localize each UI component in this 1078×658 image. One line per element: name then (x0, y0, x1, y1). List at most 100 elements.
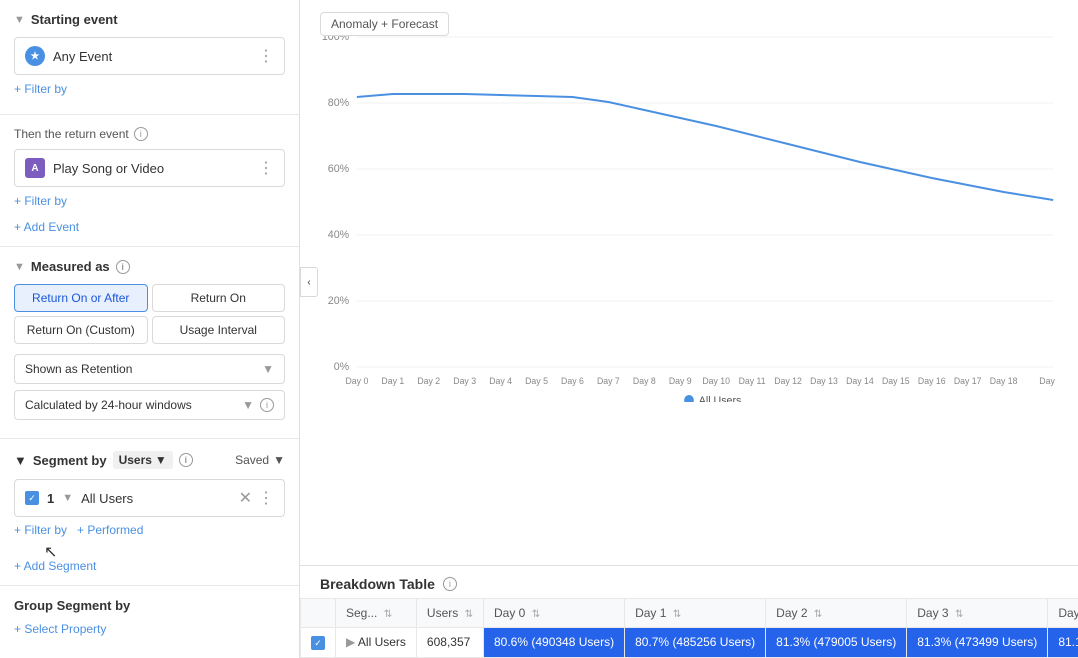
svg-text:0%: 0% (334, 361, 350, 373)
measured-as-buttons: Return On or After Return On Return On (… (14, 284, 285, 344)
segment-expand-icon[interactable]: ▼ (62, 492, 73, 504)
th-day3-label: Day 3 (917, 606, 948, 620)
add-event-link[interactable]: + Add Event (14, 220, 285, 234)
svg-text:Day 12: Day 12 (774, 376, 802, 386)
cursor-area: ↖ (14, 549, 285, 555)
th-checkbox (301, 598, 336, 627)
segment-filter-link[interactable]: + Filter by (14, 523, 67, 537)
measured-as-label: Measured as (31, 259, 110, 274)
row-checkbox-cell[interactable] (301, 627, 336, 658)
return-on-custom-btn[interactable]: Return On (Custom) (14, 316, 148, 344)
breakdown-data-table: Seg... ⇅ Users ⇅ Day 0 ⇅ Day 1 (300, 598, 1078, 658)
segment-name: All Users (81, 491, 230, 506)
starting-event-label: Starting event (31, 12, 118, 27)
th-day2[interactable]: Day 2 ⇅ (766, 598, 907, 627)
th-users-sort: ⇅ (465, 609, 473, 620)
table-header-row: Breakdown Table i (300, 566, 1078, 598)
measured-as-section: ▼ Measured as i Return On or After Retur… (0, 247, 299, 439)
svg-text:Day 16: Day 16 (918, 376, 946, 386)
th-day1[interactable]: Day 1 ⇅ (625, 598, 766, 627)
users-badge[interactable]: Users ▼ (113, 451, 173, 469)
row-day3-cell: 81.3% (473499 Users) (907, 627, 1048, 658)
row-day0-cell: 80.6% (490348 Users) (484, 627, 625, 658)
calculated-by-chevron: ▼ (242, 398, 254, 412)
th-day1-sort: ⇅ (673, 609, 681, 620)
collapse-starting-icon[interactable]: ▼ (14, 14, 25, 26)
breakdown-info-icon[interactable]: i (443, 577, 457, 591)
shown-as-label: Shown as Retention (25, 362, 132, 376)
starting-event-header: ▼ Starting event (14, 12, 285, 27)
th-day0[interactable]: Day 0 ⇅ (484, 598, 625, 627)
th-day1-label: Day 1 (635, 606, 666, 620)
segment-checkbox[interactable] (25, 491, 39, 505)
anomaly-forecast-btn[interactable]: Anomaly + Forecast (320, 12, 449, 36)
th-day2-label: Day 2 (776, 606, 807, 620)
shown-as-select[interactable]: Shown as Retention ▼ (14, 354, 285, 384)
row-seg-cell[interactable]: ▶ All Users (336, 627, 417, 658)
measured-as-info-icon[interactable]: i (116, 260, 130, 274)
svg-text:All Users: All Users (699, 395, 742, 402)
th-day3-sort: ⇅ (955, 609, 963, 620)
measured-as-header: ▼ Measured as i (14, 259, 285, 274)
return-event-info-icon[interactable]: i (134, 127, 148, 141)
svg-text:Day 13: Day 13 (810, 376, 838, 386)
starting-filter-link[interactable]: + Filter by (14, 82, 67, 96)
segment-by-section: ▼ Segment by Users ▼ i Saved ▼ 1 ▼ All U… (0, 439, 299, 586)
row-users-cell: 608,357 (416, 627, 483, 658)
collapse-segment-icon[interactable]: ▼ (14, 453, 27, 468)
segment-number: 1 (47, 491, 54, 506)
svg-text:Day 4: Day 4 (489, 376, 512, 386)
th-users-label: Users (427, 606, 458, 620)
th-seg[interactable]: Seg... ⇅ (336, 598, 417, 627)
svg-text:Day 14: Day 14 (846, 376, 874, 386)
return-event-header: Then the return event i (14, 127, 285, 141)
shown-as-chevron: ▼ (262, 362, 274, 376)
row-day2-cell: 81.3% (479005 Users) (766, 627, 907, 658)
usage-interval-btn[interactable]: Usage Interval (152, 316, 286, 344)
th-day4-label: Day 4 (1058, 606, 1078, 620)
row-seg-name: All Users (358, 635, 406, 649)
calculated-by-select[interactable]: Calculated by 24-hour windows ▼ i (14, 390, 285, 420)
svg-text:Day 6: Day 6 (561, 376, 584, 386)
starting-event-section: ▼ Starting event ★ Any Event ⋮ + Filter … (0, 0, 299, 115)
row-day1-cell: 80.7% (485256 Users) (625, 627, 766, 658)
segment-filter-links: + Filter by + Performed (14, 523, 285, 543)
svg-text:80%: 80% (328, 97, 350, 109)
svg-text:Day 19: Day 19 (1039, 376, 1058, 386)
select-property-link[interactable]: + Select Property (14, 622, 106, 636)
segment-performed-link[interactable]: + Performed (77, 523, 143, 537)
any-event-menu[interactable]: ⋮ (258, 46, 274, 66)
th-users[interactable]: Users ⇅ (416, 598, 483, 627)
th-day3[interactable]: Day 3 ⇅ (907, 598, 1048, 627)
return-on-after-btn[interactable]: Return On or After (14, 284, 148, 312)
add-segment-link[interactable]: + Add Segment (14, 559, 285, 573)
chart-area: Anomaly + Forecast 100% 80% 60% 40% 20% … (300, 0, 1078, 565)
svg-text:Day 17: Day 17 (954, 376, 982, 386)
row-checkbox[interactable] (311, 636, 325, 650)
svg-text:Day 11: Day 11 (739, 376, 766, 386)
collapse-measured-icon[interactable]: ▼ (14, 261, 25, 273)
all-users-segment-row: 1 ▼ All Users ✕ ⋮ (14, 479, 285, 517)
svg-text:Day 15: Day 15 (882, 376, 910, 386)
breakdown-table-area: Breakdown Table i Seg... ⇅ Users ⇅ (300, 565, 1078, 658)
return-on-btn[interactable]: Return On (152, 284, 286, 312)
return-event-label-text: Then the return event (14, 127, 129, 141)
th-day0-sort: ⇅ (532, 609, 540, 620)
segment-menu[interactable]: ⋮ (258, 488, 274, 508)
th-seg-label: Seg... (346, 606, 377, 620)
row-expand-icon[interactable]: ▶ (346, 635, 355, 649)
return-filter-link[interactable]: + Filter by (14, 194, 67, 208)
svg-text:60%: 60% (328, 163, 350, 175)
table-scroll[interactable]: Seg... ⇅ Users ⇅ Day 0 ⇅ Day 1 (300, 598, 1078, 658)
play-song-row: A Play Song or Video ⋮ (14, 149, 285, 187)
svg-text:20%: 20% (328, 295, 350, 307)
any-event-icon: ★ (25, 46, 45, 66)
th-day4[interactable]: Day 4 ⇅ (1048, 598, 1078, 627)
play-song-menu[interactable]: ⋮ (258, 158, 274, 178)
segment-by-info-icon[interactable]: i (179, 453, 193, 467)
svg-text:Day 7: Day 7 (597, 376, 620, 386)
calculated-by-info-icon[interactable]: i (260, 398, 274, 412)
chart-back-btn[interactable]: ‹ (300, 267, 318, 297)
segment-remove[interactable]: ✕ (239, 488, 252, 508)
svg-text:Day 18: Day 18 (990, 376, 1018, 386)
